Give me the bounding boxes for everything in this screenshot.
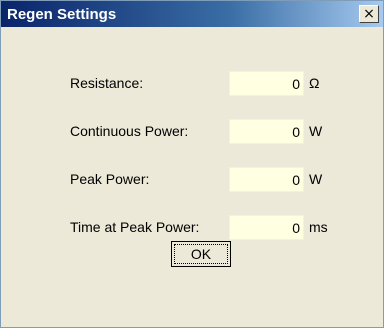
continuous-power-unit: W: [309, 123, 323, 139]
peak-power-label: Peak Power:: [70, 171, 150, 187]
regen-settings-dialog: Regen Settings × Resistance: Ω Continuou…: [0, 0, 384, 328]
continuous-power-row: Continuous Power: W: [1, 119, 383, 145]
title-bar[interactable]: Regen Settings ×: [1, 1, 383, 27]
resistance-row: Resistance: Ω: [1, 71, 383, 97]
resistance-label: Resistance:: [70, 75, 144, 91]
close-icon: ×: [363, 6, 375, 22]
time-at-peak-power-field[interactable]: [229, 215, 304, 240]
time-at-peak-power-unit: ms: [309, 219, 328, 235]
resistance-field[interactable]: [229, 71, 304, 96]
continuous-power-label: Continuous Power:: [70, 123, 189, 139]
ok-button[interactable]: OK: [171, 241, 231, 267]
time-at-peak-power-row: Time at Peak Power: ms: [1, 215, 383, 241]
time-at-peak-power-label: Time at Peak Power:: [70, 219, 200, 235]
peak-power-row: Peak Power: W: [1, 167, 383, 193]
peak-power-unit: W: [309, 171, 323, 187]
close-button[interactable]: ×: [359, 5, 379, 23]
window-title: Regen Settings: [7, 6, 117, 23]
ok-button-label: OK: [174, 244, 228, 264]
continuous-power-field[interactable]: [229, 119, 304, 144]
peak-power-field[interactable]: [229, 167, 304, 192]
resistance-unit: Ω: [309, 75, 320, 91]
